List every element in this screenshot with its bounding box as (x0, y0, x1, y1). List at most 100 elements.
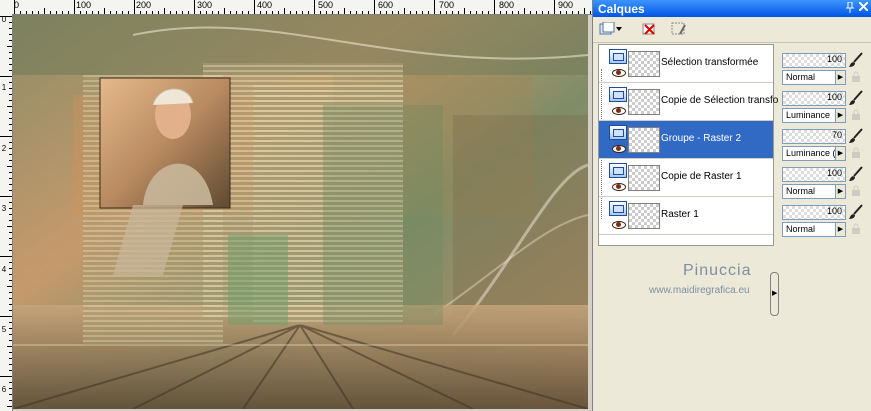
brush-icon[interactable] (848, 204, 864, 220)
opacity-slider[interactable]: 100 (782, 91, 846, 106)
ruler-tick (446, 11, 447, 14)
ruler-tick (338, 11, 339, 14)
ruler-tick (416, 11, 417, 14)
ruler-label: 400 (257, 0, 273, 10)
blend-mode-select[interactable]: Luminance (H) ▶ (782, 146, 846, 161)
ruler-tick (7, 106, 12, 107)
chevron-right-icon[interactable]: ▶ (835, 185, 845, 198)
ruler-tick (368, 11, 369, 14)
opacity-value: 100 (826, 168, 842, 178)
lock-icon[interactable] (850, 147, 862, 159)
layer-row[interactable]: Raster 1 (599, 197, 773, 235)
ruler-tick (506, 11, 507, 14)
canvas-area[interactable]: 0 100 200 300 400 500 600 700 800 900 0 … (0, 0, 592, 411)
image-canvas[interactable] (13, 15, 588, 409)
ruler-tick (0, 256, 12, 257)
eye-icon[interactable] (612, 69, 626, 77)
ruler-tick (20, 11, 21, 14)
ruler-tick (9, 178, 12, 179)
ruler-tick (464, 8, 465, 14)
ruler-tick (9, 244, 12, 245)
new-layer-icon[interactable] (597, 20, 617, 38)
ruler-tick (9, 238, 12, 239)
raster-layer-icon (609, 49, 627, 64)
lock-icon[interactable] (850, 109, 862, 121)
panel-titlebar[interactable]: Calques (593, 0, 871, 17)
raster-layer-icon (609, 87, 627, 102)
ruler-tick (386, 11, 387, 14)
opacity-slider[interactable]: 100 (782, 53, 846, 68)
blend-mode-select[interactable]: Normal ▶ (782, 70, 846, 85)
ruler-tick (548, 11, 549, 14)
brush-icon[interactable] (848, 128, 864, 144)
chevron-right-icon[interactable]: ▶ (835, 71, 845, 84)
lock-icon[interactable] (850, 223, 862, 235)
ruler-tick (9, 388, 12, 389)
brush-icon[interactable] (848, 166, 864, 182)
blend-mode-value: Normal (786, 72, 816, 82)
ruler-tick (92, 11, 93, 14)
opacity-slider[interactable]: 70 (782, 129, 846, 144)
layer-row-selected[interactable]: Groupe - Raster 2 (599, 121, 773, 159)
layers-list[interactable]: Sélection transformée Copie de Sélection… (598, 44, 778, 246)
ruler-tick (0, 16, 12, 17)
eye-icon[interactable] (612, 145, 626, 153)
ruler-tick (290, 11, 291, 14)
ruler-tick (542, 11, 543, 14)
ruler-tick (212, 11, 213, 14)
ruler-tick (398, 11, 399, 14)
ruler-tick (9, 352, 12, 353)
ruler-tick (404, 8, 405, 14)
eye-icon[interactable] (612, 107, 626, 115)
ruler-tick (332, 11, 333, 14)
blend-mode-select[interactable]: Luminance ▶ (782, 108, 846, 123)
ruler-tick (488, 11, 489, 14)
opacity-slider[interactable]: 100 (782, 167, 846, 182)
close-icon[interactable] (857, 1, 870, 15)
ruler-tick (356, 11, 357, 14)
blend-mode-value: Normal (786, 224, 816, 234)
ruler-tick (314, 0, 315, 14)
ruler-tick (50, 11, 51, 14)
eye-icon[interactable] (612, 221, 626, 229)
pin-icon[interactable] (843, 1, 856, 15)
chevron-right-icon[interactable]: ▶ (835, 109, 845, 122)
chevron-down-icon[interactable] (615, 20, 623, 38)
chevron-right-icon[interactable]: ▶ (772, 290, 777, 298)
lock-icon[interactable] (850, 185, 862, 197)
ruler-label: 500 (318, 0, 334, 10)
ruler-tick (272, 11, 273, 14)
ruler-tick (518, 11, 519, 14)
eye-icon[interactable] (612, 183, 626, 191)
layer-properties-icon[interactable] (669, 20, 689, 38)
ruler-tick (278, 11, 279, 14)
ruler-label: 600 (378, 0, 394, 10)
blend-mode-select[interactable]: Normal ▶ (782, 184, 846, 199)
lock-icon[interactable] (850, 71, 862, 83)
ruler-tick (326, 11, 327, 14)
ruler-tick (38, 11, 39, 14)
layer-row[interactable]: Copie de Raster 1 (599, 159, 773, 197)
ruler-label: 1 (1, 83, 7, 92)
ruler-tick (9, 184, 12, 185)
ruler-tick (9, 112, 12, 113)
opacity-slider[interactable]: 100 (782, 205, 846, 220)
chevron-right-icon[interactable]: ▶ (835, 147, 845, 160)
blend-mode-select[interactable]: Normal ▶ (782, 222, 846, 237)
ruler-label: 700 (439, 0, 455, 10)
ruler-tick (158, 11, 159, 14)
panel-title: Calques (598, 2, 645, 16)
ruler-tick (494, 0, 495, 14)
layer-row[interactable]: Copie de Sélection transfo (599, 83, 778, 121)
chevron-right-icon[interactable]: ▶ (835, 223, 845, 236)
ruler-tick (476, 11, 477, 14)
delete-layer-icon[interactable] (639, 20, 659, 38)
ruler-tick (410, 11, 411, 14)
ruler-tick (9, 22, 12, 23)
ruler-tick (9, 370, 12, 371)
brush-icon[interactable] (848, 90, 864, 106)
layer-row[interactable]: Sélection transformée (599, 45, 773, 83)
brush-icon[interactable] (848, 52, 864, 68)
ruler-tick (530, 11, 531, 14)
layer-name: Copie de Sélection transfo (661, 95, 779, 106)
